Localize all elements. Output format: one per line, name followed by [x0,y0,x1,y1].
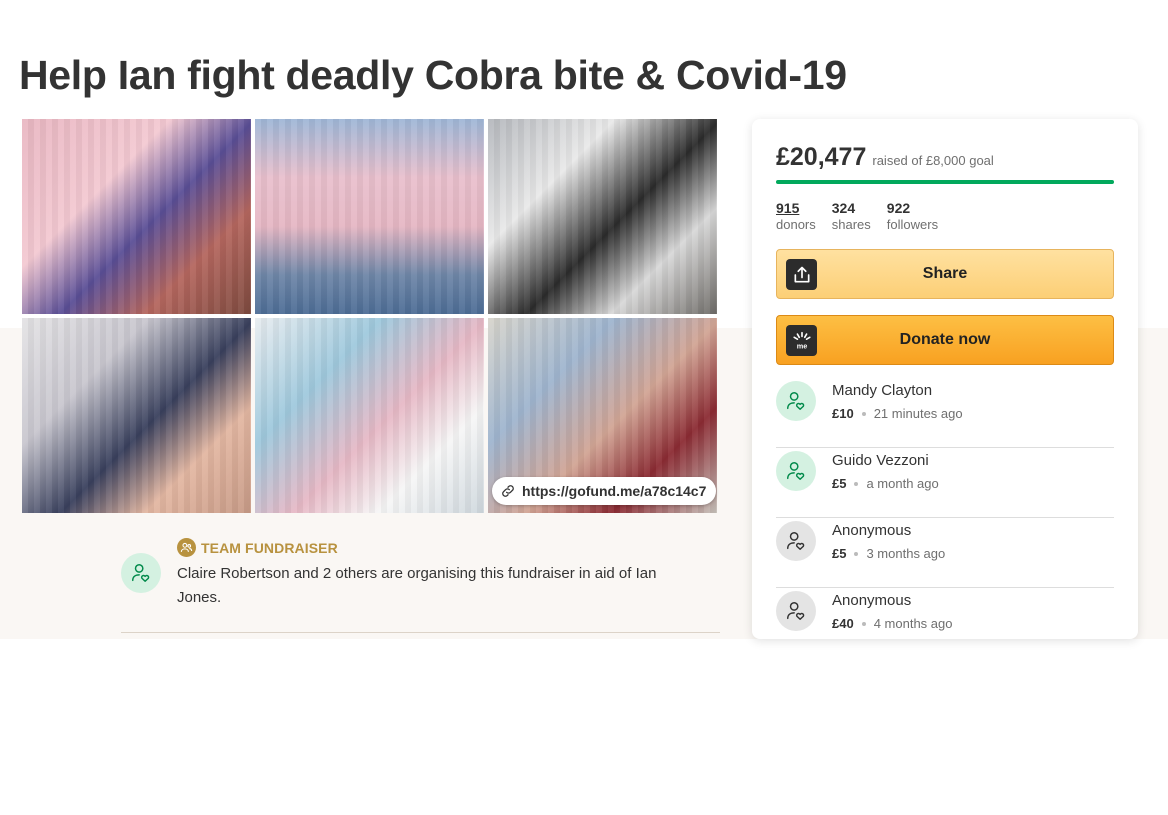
stat-value: 922 [886,200,911,216]
campaign-photo-5[interactable] [255,318,484,513]
user-heart-icon [787,462,805,480]
link-icon [502,485,514,497]
donation-meta: £10 21 minutes ago [832,406,963,421]
donor-name: Guido Vezzoni [832,452,929,469]
donation-time: 4 months ago [873,616,953,631]
stat-donors[interactable]: 915 donors [776,200,816,233]
campaign-photo-4[interactable] [22,318,251,513]
donation-meta: £5 3 months ago [832,546,945,561]
separator-dot [861,411,866,416]
donor-name: Anonymous [832,522,912,539]
donation-sidebar: £20,477 raised of £8,000 goal 915 donors… [752,119,1138,639]
stat-shares: 324 shares [832,200,871,233]
campaign-photo-3[interactable] [488,119,717,314]
user-heart-icon [787,392,805,410]
raised-summary: £20,477 raised of £8,000 goal [776,143,994,172]
section-divider [121,632,720,633]
stat-label: followers [886,217,939,232]
user-heart-icon [787,532,805,550]
share-link-text: https://gofund.me/a78c14c7 [522,483,707,499]
raised-goal: raised of £8,000 goal [872,153,994,168]
donation-time: 3 months ago [866,546,946,561]
page-title: Help Ian fight deadly Cobra bite & Covid… [19,52,847,98]
separator-dot [854,551,859,556]
team-fundraiser-label: TEAM FUNDRAISER [177,538,338,557]
donation-item: Guido Vezzoni £5 a month ago [776,448,1114,518]
svg-text:me: me [796,341,807,350]
donation-time: 21 minutes ago [873,406,963,421]
donation-meta: £40 4 months ago [832,616,952,631]
donation-time: a month ago [866,476,939,491]
donate-now-button[interactable]: me Donate now [776,315,1114,365]
share-link-pill[interactable]: https://gofund.me/a78c14c7 [492,477,717,505]
donation-amount: £5 [832,546,847,561]
donor-avatar [776,521,816,561]
team-fundraiser-text: TEAM FUNDRAISER [201,539,338,556]
donation-item: Anonymous £40 4 months ago [776,588,1114,639]
campaign-stats: 915 donors 324 shares 922 followers [776,200,938,233]
donation-amount: £10 [832,406,854,421]
stat-followers: 922 followers [887,200,938,233]
campaign-photo-2[interactable] [255,119,484,314]
user-heart-icon [787,602,805,620]
share-icon [786,259,817,290]
progress-fill [776,180,1114,184]
stat-label: donors [776,217,816,232]
donor-avatar [776,381,816,421]
separator-dot [854,481,859,486]
gofundme-logo-icon: me [786,325,817,356]
donation-meta: £5 a month ago [832,476,939,491]
stat-value: 324 [831,200,856,216]
photo-collage[interactable]: https://gofund.me/a78c14c7 [22,119,717,514]
donation-amount: £40 [832,616,854,631]
donate-button-label: Donate now [899,331,991,348]
campaign-photo-1[interactable] [22,119,251,314]
user-heart-icon [132,564,150,582]
donor-avatar [776,591,816,631]
donor-avatar [776,451,816,491]
share-button[interactable]: Share [776,249,1114,299]
stat-label: shares [831,217,871,232]
separator-dot [861,621,866,626]
donor-name: Mandy Clayton [832,382,933,399]
team-icon [177,538,196,557]
progress-bar [776,180,1114,184]
share-button-label: Share [922,265,968,282]
donation-item: Anonymous £5 3 months ago [776,518,1114,588]
donor-name: Anonymous [832,592,912,609]
stat-value: 915 [776,200,800,216]
organiser-avatar[interactable] [121,553,161,593]
donation-item: Mandy Clayton £10 21 minutes ago [776,378,1114,448]
organiser-description: Claire Robertson and 2 others are organi… [177,565,657,606]
raised-amount: £20,477 [776,143,867,171]
donation-amount: £5 [832,476,847,491]
